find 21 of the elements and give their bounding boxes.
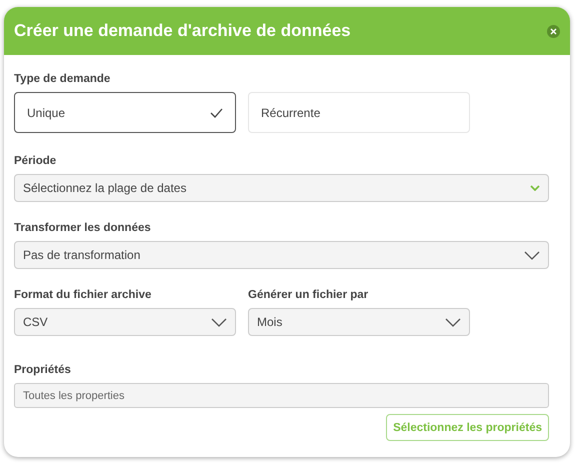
- option-card[interactable]: Unique: [14, 92, 236, 133]
- dropdown[interactable]: Pas de transformation: [14, 241, 549, 269]
- dialog-title: Créer une demande d'archive de données: [14, 21, 351, 41]
- field-label: Propriétés: [14, 364, 72, 376]
- field-label: Format du fichier archive: [14, 289, 152, 301]
- dropdown[interactable]: Mois: [248, 308, 470, 336]
- field-label: Période: [14, 155, 58, 167]
- chevron-icon: [445, 318, 461, 326]
- field-label: Type de demande: [14, 73, 112, 85]
- close-icon: [550, 28, 557, 34]
- chevron-icon: [211, 318, 227, 326]
- check-icon: [210, 108, 223, 118]
- option-card[interactable]: Récurrente: [248, 92, 470, 133]
- field-label: Transformer les données: [14, 222, 152, 234]
- dropdown[interactable]: Sélectionnez la plage de dates: [14, 174, 549, 202]
- close-button[interactable]: [547, 24, 560, 38]
- chevron-icon: [530, 185, 540, 191]
- chevron-icon: [524, 250, 540, 260]
- dropdown[interactable]: CSV: [14, 308, 236, 336]
- field-label: Générer un fichier par: [248, 289, 370, 301]
- input-field[interactable]: Toutes les properties: [14, 383, 549, 408]
